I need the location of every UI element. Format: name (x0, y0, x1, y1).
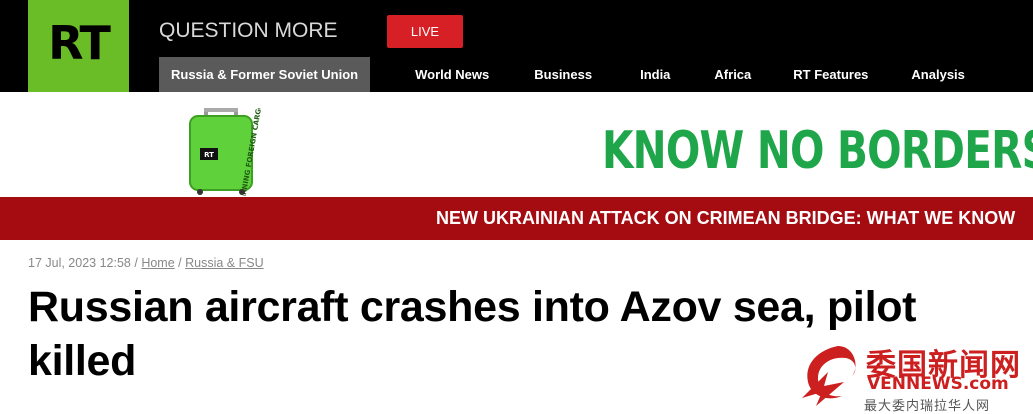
article-date: 17 Jul, 2023 12:58 (28, 256, 131, 270)
breadcrumb-section-link[interactable]: Russia & FSU (185, 256, 264, 270)
nav-item-india[interactable]: India (635, 57, 714, 92)
nav-item-world-news[interactable]: World News (370, 57, 524, 92)
breaking-news-bar[interactable]: NEW UKRAINIAN ATTACK ON CRIMEAN BRIDGE: … (0, 197, 1033, 240)
nav-item-analysis[interactable]: Analysis (911, 57, 964, 92)
nav-item-rt-features[interactable]: RT Features (793, 57, 911, 92)
nav-item-russia-fsu[interactable]: Russia & Former Soviet Union (159, 57, 371, 92)
main-nav: Russia & Former Soviet Union World News … (159, 57, 965, 92)
article-meta: 17 Jul, 2023 12:58 / Home / Russia & FSU (28, 256, 264, 270)
suitcase-illustration: RT WARNING FOREIGN CARGO (189, 108, 264, 196)
watermark: 委国新闻网 VENNEWS.com 最大委内瑞拉华人网 (798, 340, 1033, 413)
banner-slogan: KNOW NO BORDERS (602, 121, 1033, 181)
watermark-en: VENNEWS.com (867, 374, 1009, 394)
top-bar: RT QUESTION MORE LIVE Russia & Former So… (0, 0, 1033, 92)
nav-item-africa[interactable]: Africa (714, 57, 793, 92)
breadcrumb-home-link[interactable]: Home (141, 256, 174, 270)
breaking-news-text[interactable]: NEW UKRAINIAN ATTACK ON CRIMEAN BRIDGE: … (436, 208, 1015, 229)
logo-text: RT (48, 16, 111, 70)
nav-item-business[interactable]: Business (524, 57, 635, 92)
live-button[interactable]: LIVE (387, 15, 463, 48)
breadcrumb-separator: / (178, 256, 182, 270)
suitcase-logo: RT (204, 151, 214, 159)
rt-logo[interactable]: RT (28, 0, 129, 92)
watermark-sub: 最大委内瑞拉华人网 (864, 398, 991, 413)
breadcrumb-separator: / (134, 256, 138, 270)
watermark-logo-icon (802, 346, 856, 406)
tagline: QUESTION MORE (159, 19, 338, 42)
